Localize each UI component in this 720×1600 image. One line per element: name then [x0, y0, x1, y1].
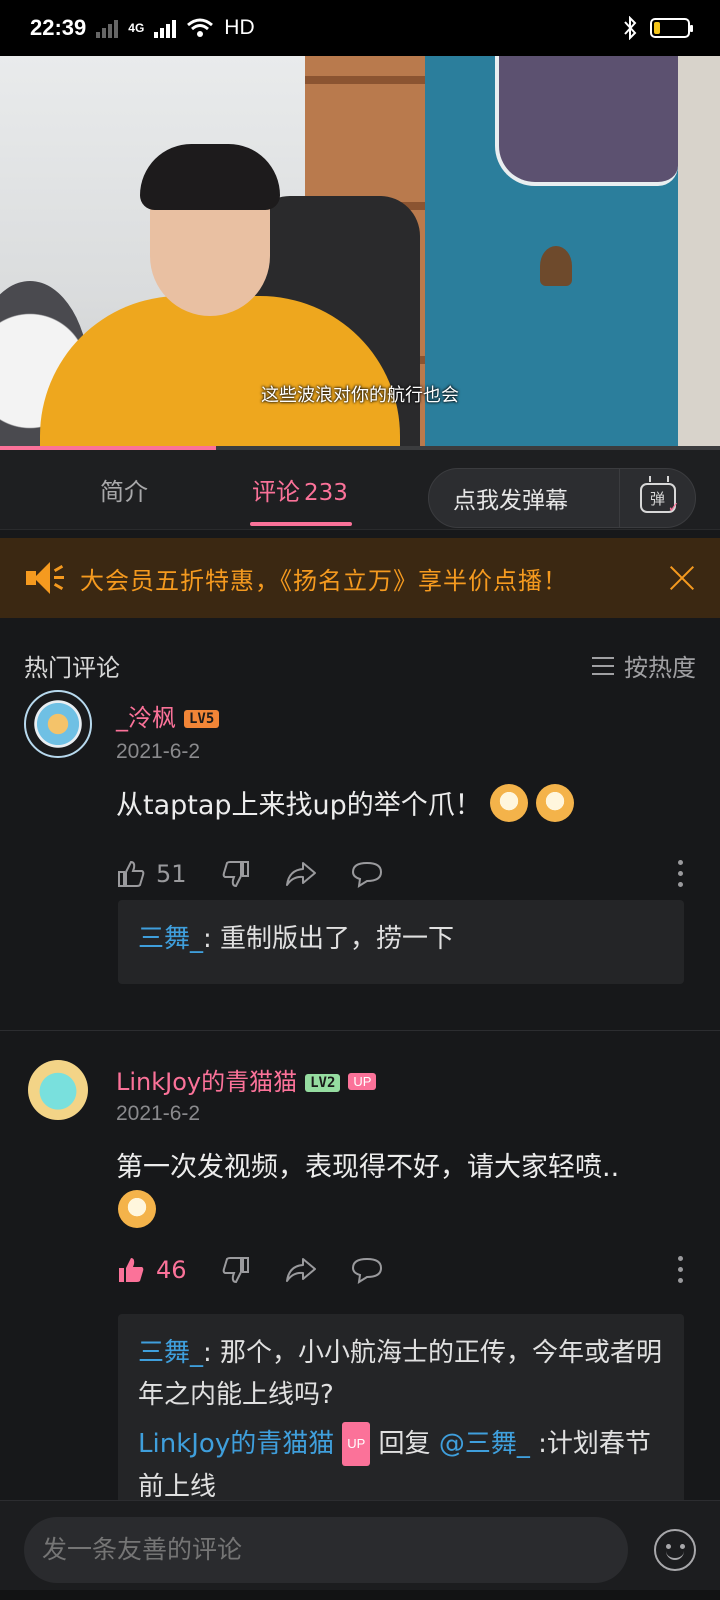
- network-type: 4G: [128, 21, 145, 35]
- reply-mid-text: 回复: [370, 1429, 439, 1459]
- avatar[interactable]: [28, 1060, 88, 1120]
- tab-bar: 简介 评论 233 点我发弹幕 弹 ✓: [0, 450, 720, 530]
- comment-username[interactable]: _泠枫 LV5: [116, 698, 220, 733]
- reply-button[interactable]: [351, 1255, 383, 1285]
- reply-preview[interactable]: 三舞_: 重制版出了，捞一下: [118, 900, 684, 984]
- more-icon[interactable]: [678, 1256, 684, 1284]
- dislike-button[interactable]: [221, 859, 251, 889]
- comment-input-bar: [0, 1500, 720, 1600]
- comment-text: 第一次发视频，表现得不好，请大家轻喷..: [116, 1146, 696, 1234]
- comment-bubble-icon: [351, 861, 382, 888]
- comment-text-body: 第一次发视频，表现得不好，请大家轻喷..: [116, 1152, 620, 1183]
- thumbs-up-filled-icon: [119, 1258, 144, 1282]
- like-button[interactable]: 51: [116, 859, 187, 889]
- sort-label: 按热度: [624, 654, 696, 682]
- thumbs-down-icon: [222, 1257, 249, 1284]
- comment-text-body: 从taptap上来找up的举个爪！: [116, 790, 482, 821]
- tab-comments-label: 评论: [252, 478, 300, 506]
- hot-comments-title: 热门评论: [24, 654, 120, 682]
- status-bar: 22:39 4G HD: [0, 0, 720, 56]
- comment-date: 2021-6-2: [116, 1102, 201, 1125]
- level-badge: LV5: [184, 710, 220, 728]
- menu-icon: [592, 656, 614, 675]
- hd-indicator: HD: [224, 16, 255, 39]
- up-badge: UP: [348, 1073, 377, 1090]
- sort-button[interactable]: 按热度: [592, 648, 696, 683]
- more-icon[interactable]: [678, 860, 684, 888]
- like-count: 51: [156, 860, 187, 888]
- reply-text: : 那个，小小航海士的正传，今年或者明年之内能上线吗?: [138, 1338, 663, 1410]
- video-person-hair: [140, 144, 280, 210]
- reply-line: 三舞_: 那个，小小航海士的正传，今年或者明年之内能上线吗?: [138, 1332, 664, 1416]
- danmaku-tv-icon: 弹 ✓: [639, 483, 680, 516]
- up-badge: UP: [342, 1422, 371, 1466]
- share-button[interactable]: [285, 859, 317, 889]
- emoji-icon[interactable]: [654, 1529, 696, 1571]
- reply-username[interactable]: 三舞_: [138, 924, 203, 954]
- reply-text: : 重制版出了，捞一下: [203, 924, 455, 954]
- video-game-ship: [540, 246, 572, 286]
- promo-banner-text: 大会员五折特惠，《扬名立万》享半价点播！: [80, 566, 568, 595]
- cat-emoji-icon: [118, 1190, 156, 1228]
- status-left: 22:39 4G HD: [30, 15, 255, 41]
- video-game-island: [495, 56, 678, 186]
- comments-header: 热门评论 按热度: [24, 648, 696, 682]
- promo-banner[interactable]: 大会员五折特惠，《扬名立万》享半价点播！: [0, 538, 720, 618]
- share-icon: [285, 862, 316, 886]
- battery-fill: [654, 22, 661, 34]
- dislike-button[interactable]: [221, 1255, 251, 1285]
- comment-date: 2021-6-2: [116, 740, 201, 763]
- tab-active-indicator: [250, 522, 352, 526]
- comment-actions: 51: [116, 854, 696, 894]
- check-icon: ✓: [667, 500, 680, 516]
- comment-username[interactable]: LinkJoy的青猫猫 LV2 UP: [116, 1062, 377, 1097]
- avatar[interactable]: [24, 690, 92, 758]
- reply-preview[interactable]: 三舞_: 那个，小小航海士的正传，今年或者明年之内能上线吗? LinkJoy的青…: [118, 1314, 684, 1514]
- send-danmaku-label: 点我发弹幕: [453, 488, 568, 514]
- video-player[interactable]: 这些波浪对你的航行也会: [0, 56, 720, 456]
- send-danmaku-button[interactable]: 点我发弹幕 弹 ✓: [428, 468, 696, 528]
- bluetooth-icon: [624, 16, 637, 40]
- battery-icon: [650, 18, 693, 38]
- tab-comments-count: 233: [304, 480, 348, 506]
- comment-text: 从taptap上来找up的举个爪！: [116, 784, 696, 828]
- close-icon[interactable]: [666, 562, 698, 594]
- username-text: LinkJoy的青猫猫: [116, 1068, 298, 1096]
- comment-actions: 46: [116, 1250, 696, 1290]
- share-button[interactable]: [285, 1255, 317, 1285]
- wifi-icon: [187, 18, 214, 37]
- like-button[interactable]: 46: [116, 1255, 187, 1285]
- cat-emoji-icon: [489, 784, 528, 822]
- cat-emoji-icon: [535, 784, 574, 822]
- status-right: [622, 16, 693, 40]
- signal-off-icon: [96, 18, 119, 38]
- thumbs-up-icon: [118, 860, 145, 887]
- danmaku-icon-text: 弹: [649, 489, 665, 508]
- comment-bubble-icon: [351, 1257, 382, 1284]
- thumbs-down-icon: [222, 861, 249, 888]
- reply-mention[interactable]: @三舞_: [439, 1429, 530, 1459]
- comment-input[interactable]: [24, 1517, 628, 1583]
- reply-line: LinkJoy的青猫猫 UP 回复 @三舞_ :计划春节前上线: [138, 1422, 664, 1508]
- comment-divider: [0, 1030, 720, 1031]
- reply-username[interactable]: LinkJoy的青猫猫: [138, 1429, 334, 1459]
- username-text: _泠枫: [116, 704, 176, 732]
- danmaku-toggle-button[interactable]: 弹 ✓: [619, 469, 695, 527]
- system-nav-strip: [0, 1590, 720, 1600]
- reply-button[interactable]: [351, 859, 383, 889]
- level-badge: LV2: [305, 1074, 341, 1092]
- status-time: 22:39: [30, 15, 87, 40]
- reply-username[interactable]: 三舞_: [138, 1338, 203, 1368]
- like-count: 46: [156, 1256, 187, 1284]
- share-icon: [285, 1258, 316, 1282]
- signal-icon: [154, 18, 177, 38]
- tab-comments[interactable]: 评论 233: [252, 472, 348, 507]
- tab-intro[interactable]: 简介: [100, 472, 148, 507]
- video-subtitle: 这些波浪对你的航行也会: [261, 385, 459, 406]
- speaker-icon: [26, 562, 64, 594]
